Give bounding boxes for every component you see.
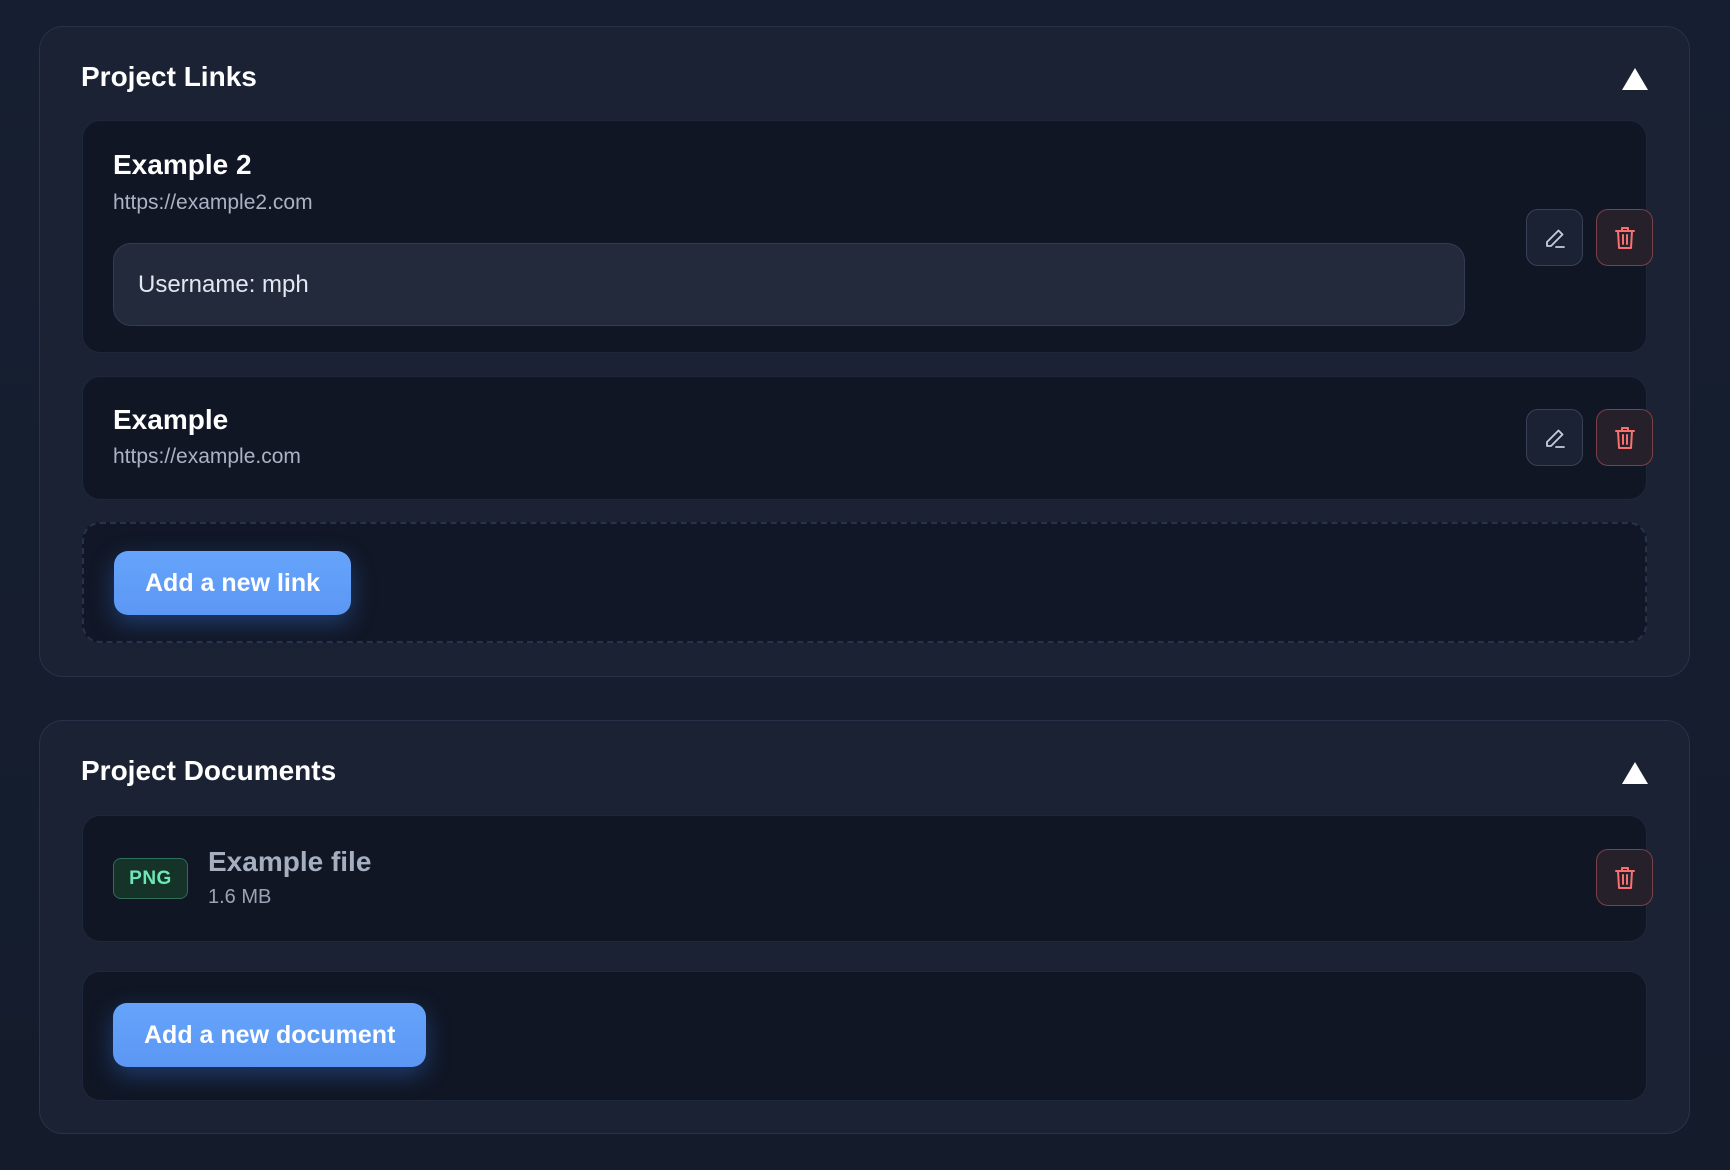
add-document-button[interactable]: Add a new document <box>113 1003 427 1067</box>
link-note-field: Username: mph <box>113 243 1465 326</box>
panel-title: Project Links <box>81 61 257 92</box>
collapse-documents-button[interactable] <box>1621 760 1649 786</box>
pencil-icon <box>1545 429 1565 448</box>
panel-title: Project Documents <box>81 755 337 786</box>
link-url[interactable]: https://example2.com <box>113 191 313 215</box>
file-name[interactable]: Example file <box>208 846 371 878</box>
document-card: PNG Example file 1.6 MB <box>82 815 1653 942</box>
edit-link-button[interactable] <box>1526 409 1583 466</box>
collapse-links-button[interactable] <box>1621 66 1649 92</box>
trash-icon <box>1614 226 1635 249</box>
pencil-icon <box>1545 229 1565 248</box>
add-document-area: Add a new document <box>82 971 1647 1101</box>
link-card: Example https://example.com <box>82 376 1653 500</box>
link-url[interactable]: https://example.com <box>113 445 301 469</box>
add-link-area: Add a new link <box>82 522 1647 643</box>
link-title: Example <box>113 404 229 435</box>
project-documents-panel: Project Documents PNG Example file 1.6 M… <box>39 720 1690 1134</box>
trash-icon <box>1614 866 1635 889</box>
add-link-button[interactable]: Add a new link <box>114 551 352 615</box>
trash-icon <box>1614 426 1635 449</box>
file-size: 1.6 MB <box>208 886 272 908</box>
triangle-up-icon <box>1622 68 1648 90</box>
link-title: Example 2 <box>113 149 252 180</box>
delete-link-button[interactable] <box>1596 409 1653 466</box>
project-links-panel: Project Links Example 2 https://example2… <box>39 26 1690 677</box>
link-card: Example 2 https://example2.com Username:… <box>82 120 1653 353</box>
file-type-badge: PNG <box>113 858 188 899</box>
triangle-up-icon <box>1622 762 1648 784</box>
edit-link-button[interactable] <box>1526 209 1583 266</box>
delete-link-button[interactable] <box>1596 209 1653 266</box>
delete-document-button[interactable] <box>1596 849 1653 906</box>
